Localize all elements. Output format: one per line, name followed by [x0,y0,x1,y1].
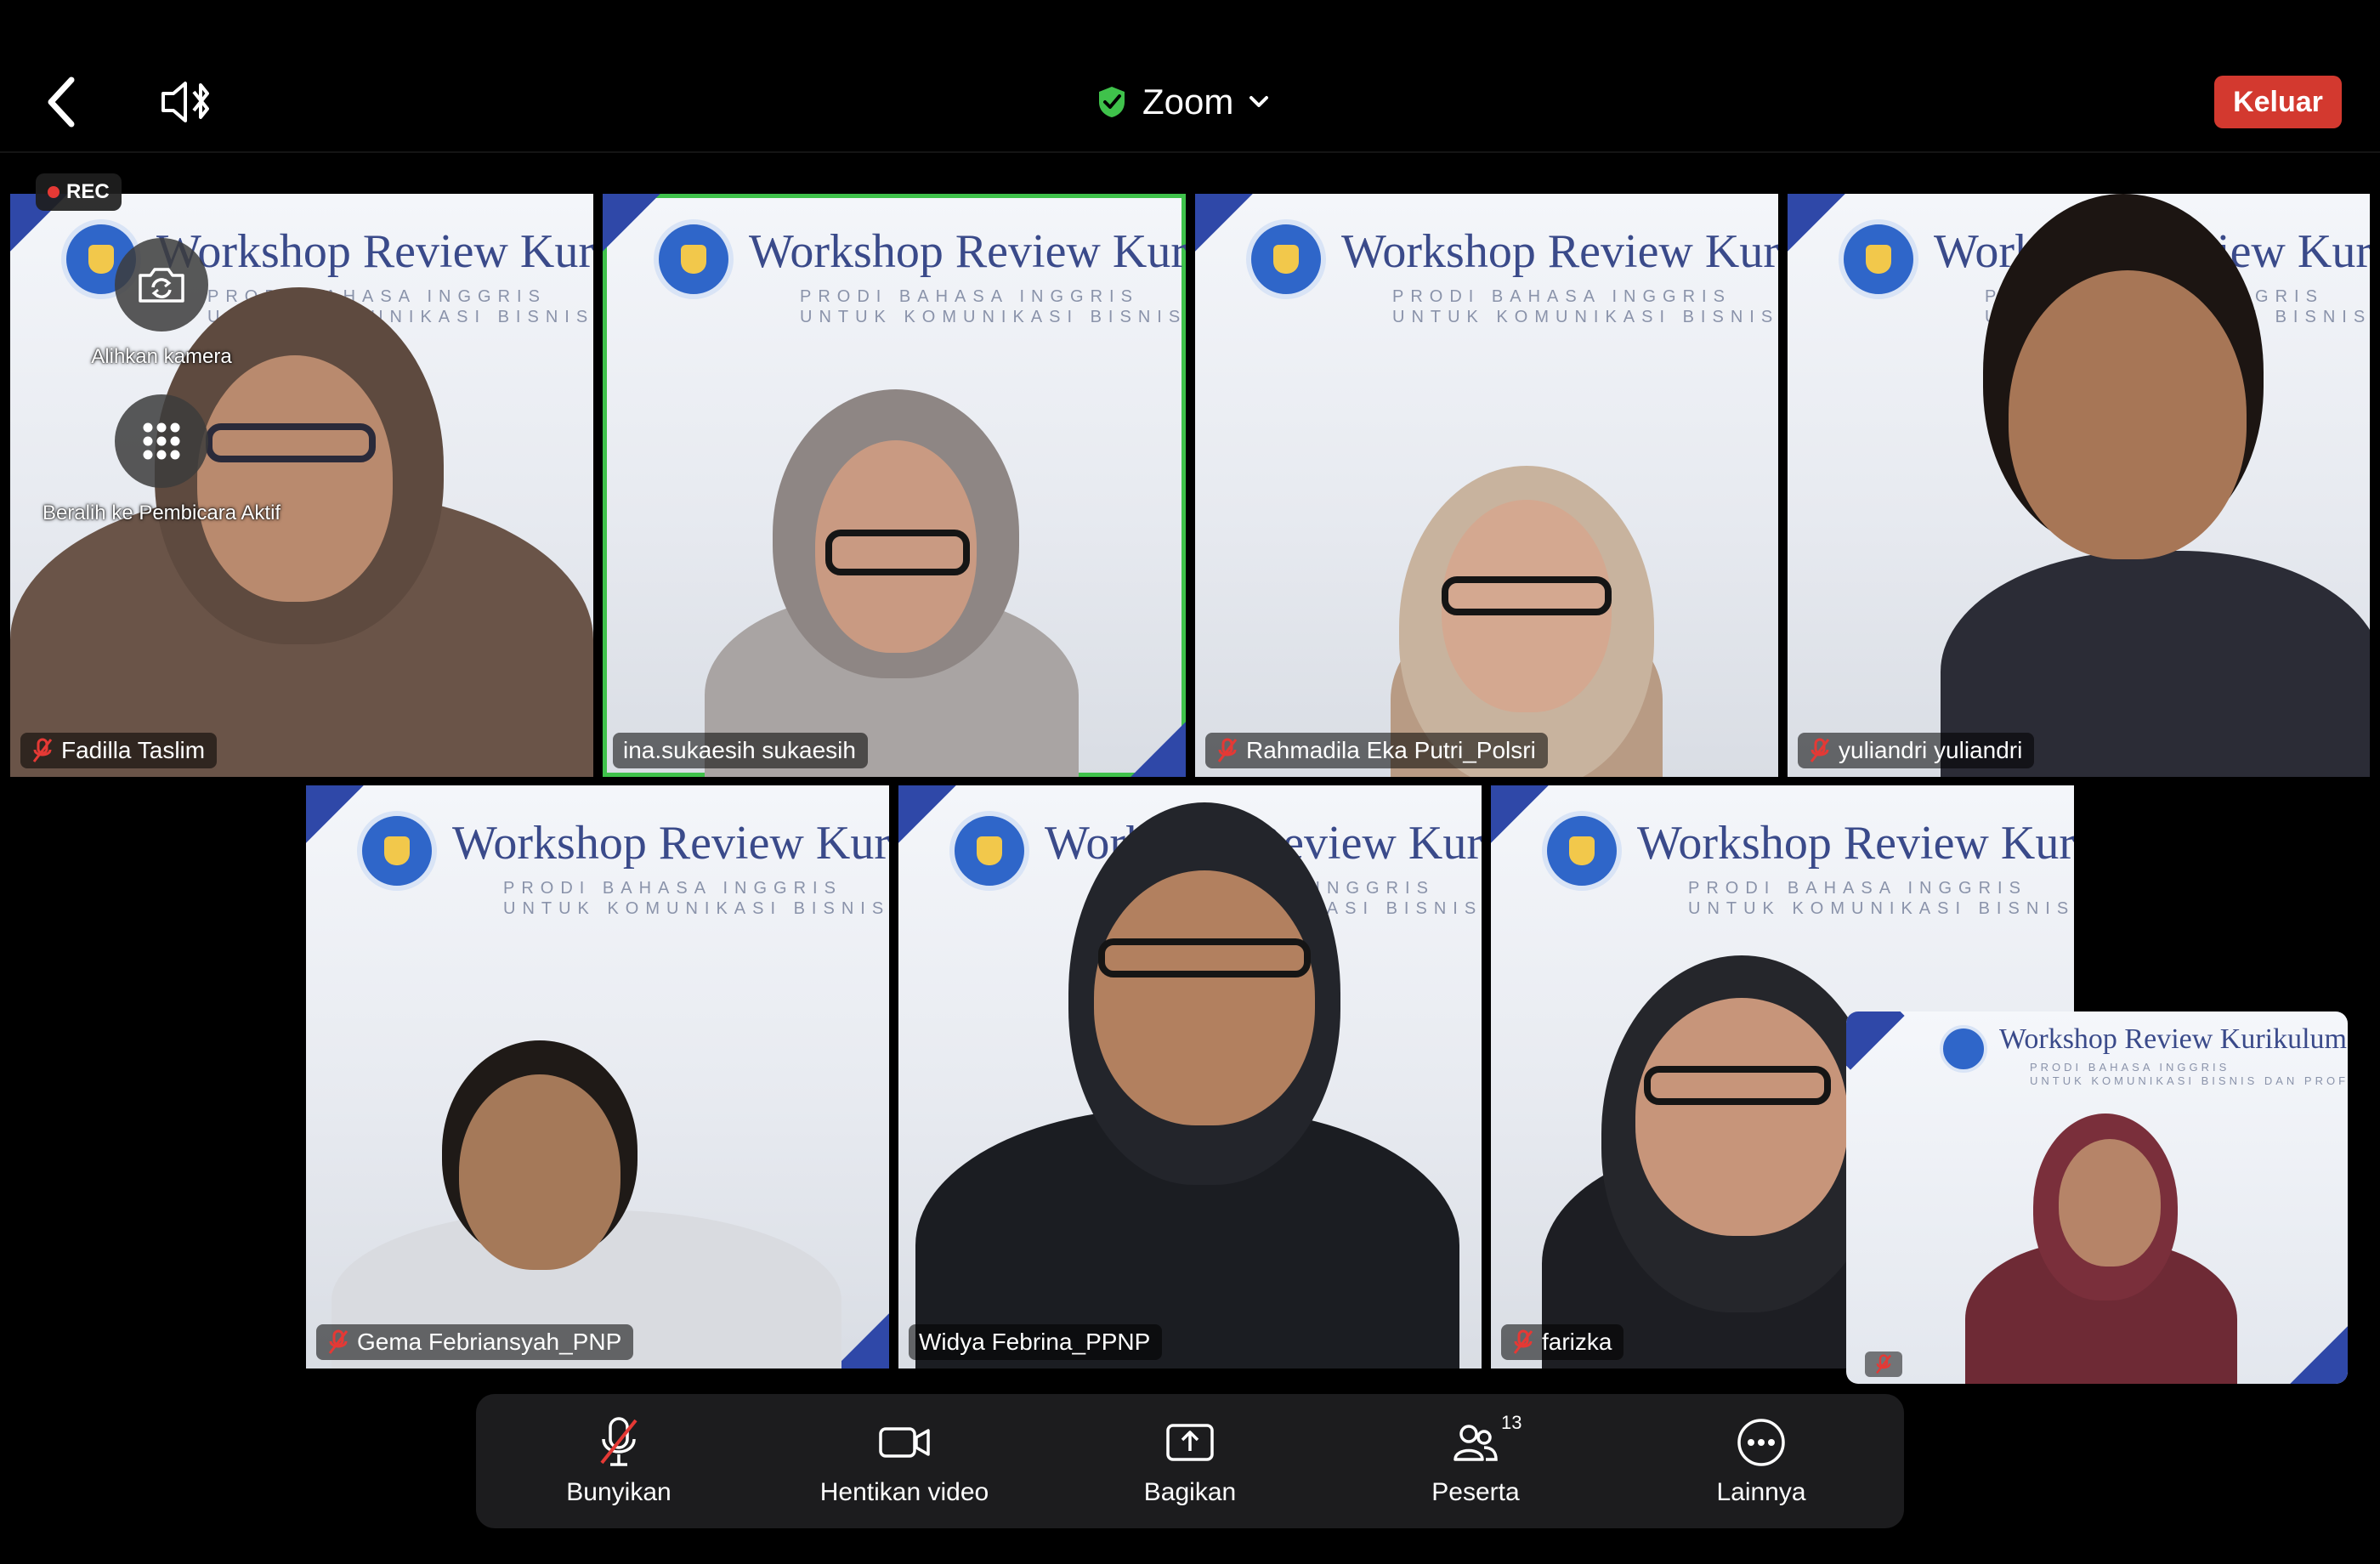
switch-view-label: Beralih ke Pembicara Aktif [42,502,281,524]
participant-name: Gema Febriansyah_PNP [357,1329,622,1355]
back-button[interactable] [34,68,88,136]
participant-name: Widya Febrina_PPNP [919,1329,1151,1355]
more-options-icon [1737,1419,1785,1466]
switch-camera-button[interactable] [115,238,208,332]
participant-name-tag: Widya Febrina_PPNP [909,1324,1163,1360]
record-dot-icon [48,186,60,198]
more-label: Lainnya [1716,1478,1806,1506]
participants-button[interactable]: 13 Peserta [1333,1394,1618,1528]
mic-muted-icon [1511,1329,1535,1355]
logo [654,219,734,299]
participants-label: Peserta [1431,1478,1520,1506]
participant-name-tag: Rahmadila Eka Putri_Polsri [1205,733,1548,768]
meeting-title[interactable]: Zoom [1096,75,1269,129]
camera-rotate-icon [139,268,184,303]
video-tile[interactable]: Workshop Review Kuri PRODI BAHASA INGGRI… [306,785,889,1368]
switch-camera-label: Alihkan kamera [91,345,232,368]
logo [357,811,437,891]
switch-view-button[interactable] [115,394,208,488]
switch-view-control[interactable]: Beralih ke Pembicara Aktif [27,394,296,525]
logo [1246,219,1326,299]
speaker-bluetooth-icon [162,82,209,122]
participant-name: Rahmadila Eka Putri_Polsri [1246,737,1536,763]
switch-camera-control[interactable]: Alihkan kamera [75,238,248,369]
participant-name-tag: farizka [1501,1324,1624,1360]
video-tile[interactable]: Workshop Review Kuri PRODI BAHASA INGGRI… [1195,194,1778,777]
video-camera-icon [879,1427,930,1458]
chevron-left-icon [48,76,75,128]
leave-button[interactable]: Keluar [2214,76,2342,128]
mic-muted-icon [1808,738,1832,763]
participant-name-tag: Gema Febriansyah_PNP [316,1324,634,1360]
unmute-button[interactable]: Bunyikan [476,1394,762,1528]
logo [1839,219,1918,299]
chevron-down-icon [1250,96,1269,107]
video-tile-active-speaker[interactable]: Workshop Review Kuri PRODI BAHASA INGGRI… [603,194,1186,777]
participant-name-tag: Fadilla Taslim [20,733,218,768]
share-label: Bagikan [1143,1478,1237,1506]
more-button[interactable]: Lainnya [1618,1394,1904,1528]
participant-name: Fadilla Taslim [61,737,206,763]
share-screen-icon [1166,1424,1214,1461]
recording-badge: REC [36,173,122,211]
participants-count: 13 [1501,1412,1522,1433]
mic-muted-icon [326,1329,350,1355]
self-mic-muted-icon [1865,1352,1902,1377]
meeting-title-text: Zoom [1142,82,1234,122]
video-tile[interactable]: Workshop Review Kuri PRODI BAHASA INGGRI… [1788,194,2370,777]
stop-video-button[interactable]: Hentikan video [762,1394,1047,1528]
logo [1542,811,1622,891]
shield-check-icon [1099,87,1125,117]
mic-muted-icon [31,738,54,763]
grid-view-icon [143,422,180,460]
participants-icon [1454,1425,1498,1461]
participant-name: yuliandri yuliandri [1839,737,2023,763]
self-view-video[interactable]: Workshop Review Kurikulum PRODI BAHASA I… [1846,1012,2348,1384]
video-tile[interactable]: Workshop Review Kuri PRODI BAHASA INGGRI… [898,785,1482,1368]
participant-name: ina.sukaesih sukaesih [623,737,856,763]
unmute-label: Bunyikan [566,1478,672,1506]
share-button[interactable]: Bagikan [1047,1394,1333,1528]
logo [1940,1025,1987,1073]
mic-muted-icon [600,1417,638,1466]
participant-name: farizka [1542,1329,1612,1355]
participant-name-tag: yuliandri yuliandri [1798,733,2035,768]
stop-video-label: Hentikan video [819,1478,989,1506]
recording-label: REC [66,180,110,203]
mic-muted-icon [1216,738,1239,763]
participant-name-tag: ina.sukaesih sukaesih [613,733,868,768]
meeting-toolbar: Bunyikan Hentikan video Bagikan 13 Peser… [476,1394,1904,1528]
audio-output-button[interactable] [153,71,221,133]
top-bar: Zoom Keluar [0,0,2380,153]
logo [949,811,1029,891]
